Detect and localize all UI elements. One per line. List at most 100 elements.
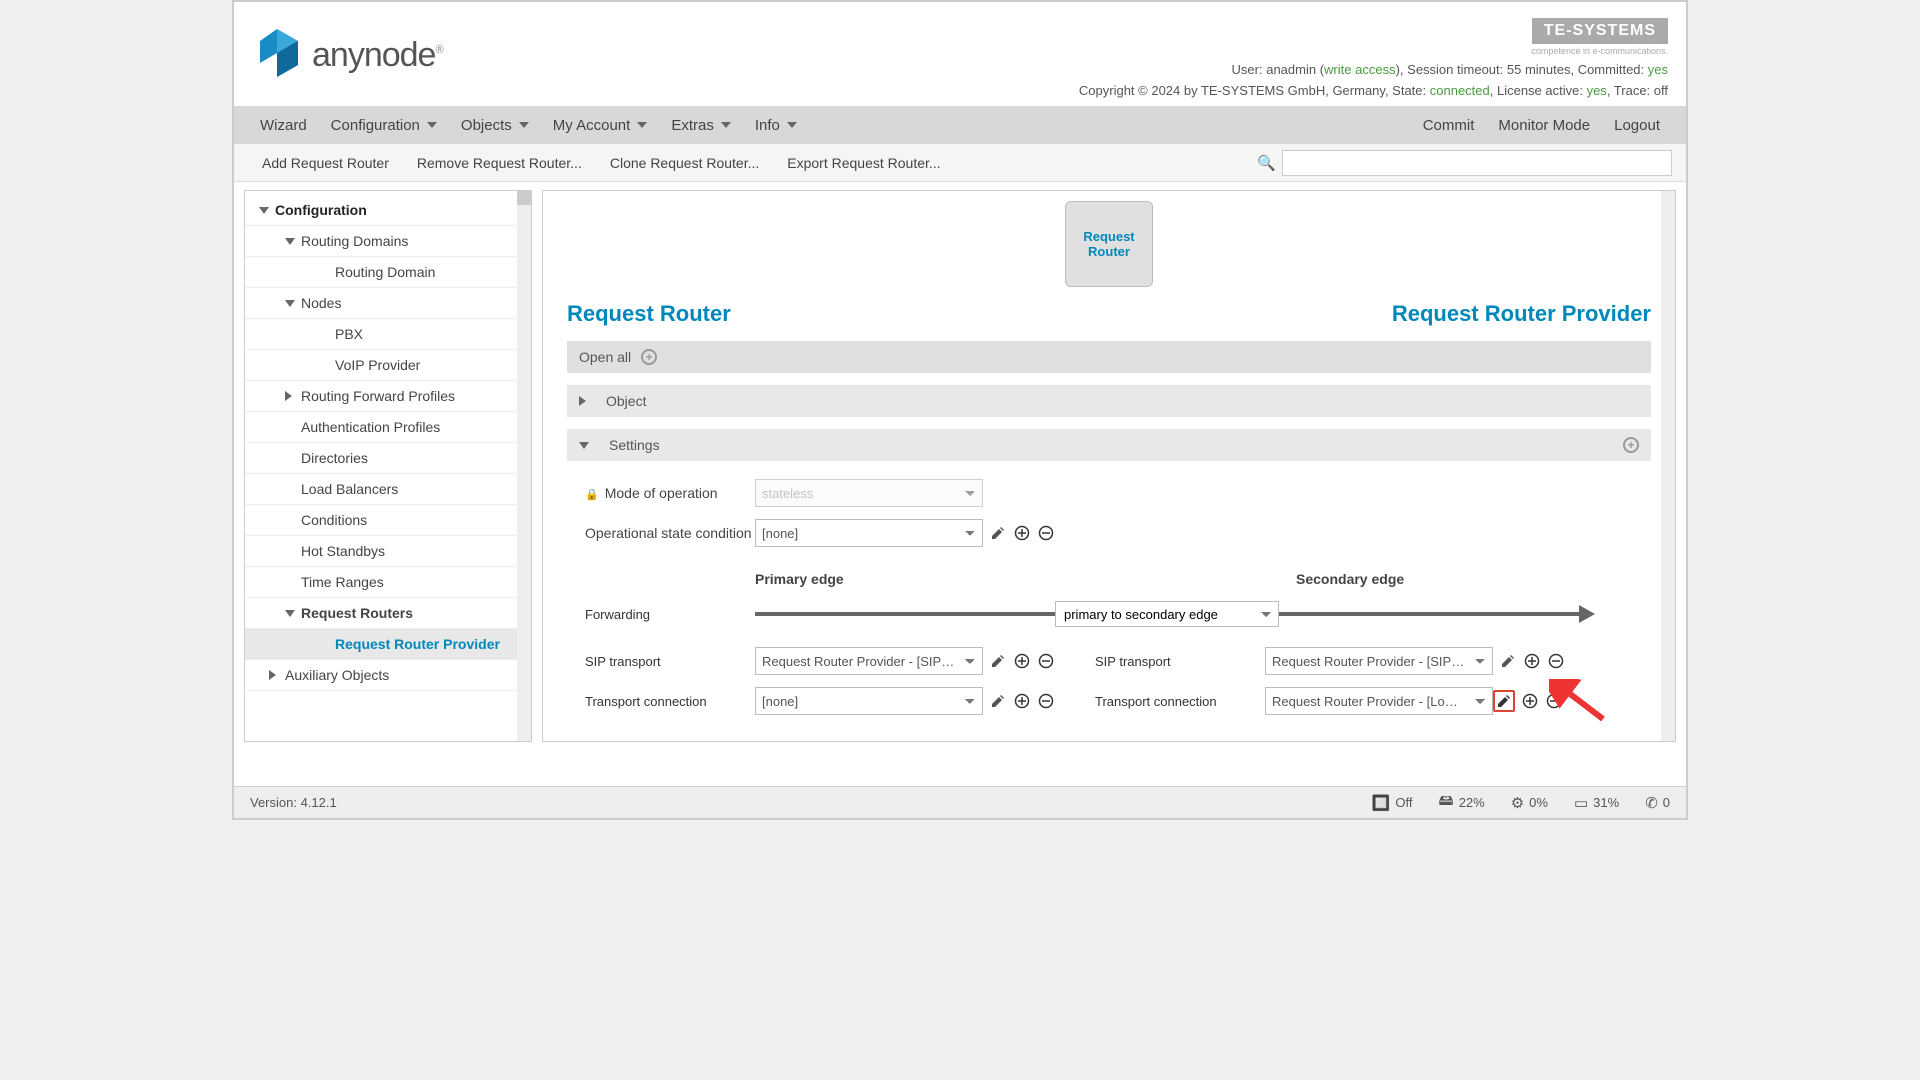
secondary-edge-header: Secondary edge [1110,571,1651,587]
tree-label: Auxiliary Objects [285,667,389,683]
nav-configuration[interactable]: Configuration [319,109,449,142]
sub-add[interactable]: Add Request Router [248,147,403,179]
open-all-bar[interactable]: Open all + [567,341,1651,373]
node-box[interactable]: Request Router [1065,201,1153,287]
tree-cond[interactable]: Conditions [245,505,531,536]
open-all-label: Open all [579,349,631,365]
sip-p-select[interactable]: Request Router Provider - [SIP… [755,647,983,675]
nav-objects[interactable]: Objects [449,109,541,142]
remove-icon[interactable] [1547,652,1565,670]
add-icon[interactable] [1523,652,1541,670]
remove-icon[interactable] [1037,524,1055,542]
tree-nodes[interactable]: Nodes [245,288,531,319]
sub-export[interactable]: Export Request Router... [773,147,954,179]
footer-disk: 🖴22% [1439,790,1485,815]
triangle-right-icon [579,396,586,406]
tc-secondary: Transport connection Request Router Prov… [1095,687,1563,715]
arrow-right-icon [1579,605,1595,623]
tree-label: Routing Domains [301,233,408,249]
add-icon[interactable] [1521,692,1539,710]
nav-configuration-label: Configuration [331,117,420,134]
forwarding-select[interactable]: primary to secondary edge [1055,601,1279,627]
osc-select[interactable]: [none] [755,519,983,547]
access-level: write access [1324,62,1396,77]
user-name: anadmin [1266,62,1316,77]
nav-extras[interactable]: Extras [659,109,743,142]
plus-circle-icon[interactable]: + [641,349,657,365]
tc-p-select[interactable]: [none] [755,687,983,715]
edit-icon[interactable] [1499,652,1517,670]
remove-icon[interactable] [1037,652,1055,670]
edit-icon[interactable] [989,692,1007,710]
sip-s-label: SIP transport [1095,654,1265,669]
section-object[interactable]: Object [567,385,1651,417]
tree-routing-domain[interactable]: Routing Domain [245,257,531,288]
edit-icon[interactable] [989,652,1007,670]
page-headings: Request Router Request Router Provider [567,301,1651,327]
main-scrollbar[interactable] [1661,191,1675,741]
sip-s-select[interactable]: Request Router Provider - [SIP… [1265,647,1493,675]
tree-hs[interactable]: Hot Standbys [245,536,531,567]
triangle-down-icon [285,610,295,617]
nav-monitor[interactable]: Monitor Mode [1486,109,1602,142]
copyright-text: Copyright © 2024 by TE-SYSTEMS GmbH, Ger… [1079,83,1430,98]
caret-down-icon [721,122,731,128]
tree-dirs[interactable]: Directories [245,443,531,474]
nav-info[interactable]: Info [743,109,809,142]
nav-account[interactable]: My Account [541,109,660,142]
triangle-right-icon [285,391,292,401]
remove-icon[interactable] [1037,692,1055,710]
add-icon[interactable] [1013,652,1031,670]
add-icon[interactable] [1013,692,1031,710]
cpu-icon: ⚙ [1511,794,1524,812]
tree-aux[interactable]: Auxiliary Objects [245,660,531,691]
tree-lb[interactable]: Load Balancers [245,474,531,505]
footer-disk-value: 22% [1459,795,1485,810]
sidebar-scrollbar[interactable] [517,191,531,741]
footer-power: 🔲Off [1372,794,1413,812]
te-logo: TE-SYSTEMS [1532,18,1668,44]
row-forwarding: Forwarding primary to secondary edge [567,587,1651,641]
triangle-down-icon [285,300,295,307]
tree-request-routers[interactable]: Request Routers [245,598,531,629]
trace-label: , Trace: [1607,83,1654,98]
tree-routing-domains[interactable]: Routing Domains [245,226,531,257]
tree-rfp[interactable]: Routing Forward Profiles [245,381,531,412]
edit-icon[interactable] [989,524,1007,542]
mode-label-text: Mode of operation [605,485,718,501]
tc-p-label: Transport connection [585,694,755,709]
tree-configuration[interactable]: Configuration [245,195,531,226]
nav-commit[interactable]: Commit [1411,109,1487,142]
add-icon[interactable] [1013,524,1031,542]
tree-pbx[interactable]: PBX [245,319,531,350]
scrollbar-thumb[interactable] [517,191,531,205]
tree-auth[interactable]: Authentication Profiles [245,412,531,443]
edit-icon[interactable] [1495,692,1513,710]
plus-circle-icon[interactable]: + [1623,437,1639,453]
nav-logout[interactable]: Logout [1602,109,1672,142]
memory-icon: ▭ [1574,794,1588,812]
sub-clone[interactable]: Clone Request Router... [596,147,773,179]
search-input[interactable] [1282,150,1672,176]
tree-request-router-provider[interactable]: Request Router Provider [245,629,531,660]
tree-tr[interactable]: Time Ranges [245,567,531,598]
forwarding-label: Forwarding [585,607,755,622]
nav-extras-label: Extras [671,117,714,134]
sip-p-label: SIP transport [585,654,755,669]
tc-s-select[interactable]: Request Router Provider - [Lo… [1265,687,1493,715]
tree-voip[interactable]: VoIP Provider [245,350,531,381]
main-panel: Request Router Request Router Request Ro… [542,190,1676,742]
nav-commit-label: Commit [1423,117,1475,134]
tree-label: Routing Forward Profiles [301,388,455,404]
tc-primary: Transport connection [none] [585,687,1055,715]
nav-wizard[interactable]: Wizard [248,109,319,142]
sub-remove[interactable]: Remove Request Router... [403,147,596,179]
nav-logout-label: Logout [1614,117,1660,134]
logo-icon [252,27,302,83]
section-settings[interactable]: Settings + [567,429,1651,461]
caret-down-icon [637,122,647,128]
footer-cpu: ⚙0% [1511,794,1548,812]
session-label: , Session timeout: [1400,62,1507,77]
sip-secondary: SIP transport Request Router Provider - … [1095,647,1565,675]
search-icon[interactable]: 🔍 [1257,154,1276,172]
